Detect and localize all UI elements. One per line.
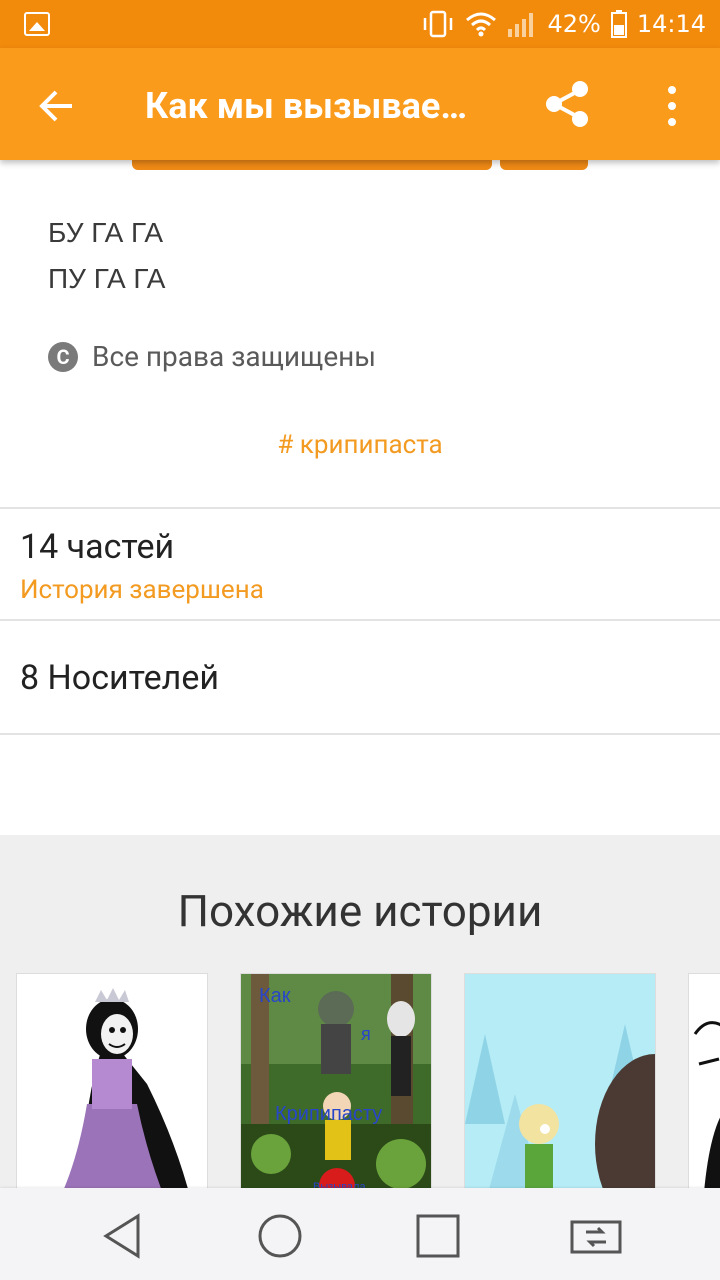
share-button[interactable] bbox=[540, 76, 596, 132]
description-line: ПУ ГА ГА bbox=[48, 263, 166, 294]
story-card[interactable]: Как я Крипипасту Вызывала bbox=[240, 973, 432, 1203]
arrow-back-icon bbox=[39, 90, 72, 122]
dual-window-icon bbox=[570, 1220, 622, 1254]
parts-count: 14 частей bbox=[20, 527, 175, 567]
nav-home-icon bbox=[258, 1214, 302, 1258]
gallery-notification-icon bbox=[24, 12, 50, 36]
story-card[interactable] bbox=[16, 973, 208, 1203]
status-bar: 42% 14:14 bbox=[0, 0, 720, 48]
back-button[interactable] bbox=[30, 80, 82, 132]
cover-text: Как bbox=[259, 985, 291, 1007]
more-vert-icon bbox=[668, 86, 676, 126]
more-options-button[interactable] bbox=[650, 80, 694, 132]
read-button-remnant[interactable] bbox=[132, 160, 492, 170]
clock: 14:14 bbox=[636, 10, 706, 38]
system-navigation-bar bbox=[0, 1188, 720, 1280]
description-line: БУ ГА ГА bbox=[48, 217, 164, 248]
story-status: История завершена bbox=[20, 575, 264, 605]
battery-percent: 42% bbox=[547, 10, 601, 38]
cover-text: я bbox=[361, 1024, 371, 1044]
wifi-icon bbox=[466, 12, 497, 37]
battery-icon bbox=[610, 10, 627, 38]
divider bbox=[0, 733, 720, 735]
app-bar: Как мы вызываем Крипипасту bbox=[0, 48, 720, 160]
story-cover-image bbox=[57, 988, 192, 1202]
copyright-icon: C bbox=[48, 341, 78, 372]
divider bbox=[0, 619, 720, 621]
cover-text: Крипипасту bbox=[275, 1103, 382, 1125]
nav-back-button[interactable] bbox=[94, 1208, 150, 1264]
story-card[interactable] bbox=[464, 973, 656, 1203]
story-card[interactable] bbox=[688, 973, 720, 1203]
carriers-count: 8 Носителей bbox=[20, 658, 219, 698]
vibrate-icon bbox=[424, 10, 453, 38]
nav-recents-icon bbox=[416, 1214, 460, 1258]
status-bar-right: 42% 14:14 bbox=[421, 8, 706, 40]
nav-dual-window-button[interactable] bbox=[568, 1208, 624, 1264]
story-title: Как мы вызываем Крипипасту bbox=[145, 85, 485, 127]
secondary-button-remnant[interactable] bbox=[500, 160, 588, 170]
story-cover-image bbox=[465, 974, 655, 1202]
divider bbox=[0, 507, 720, 509]
share-icon bbox=[546, 81, 588, 127]
rights-label: Все права защищены bbox=[92, 340, 377, 373]
story-cover-image bbox=[693, 1021, 720, 1202]
tag-link[interactable]: # крипипаста bbox=[0, 430, 720, 460]
copyright-notice: C Все права защищены bbox=[48, 340, 376, 373]
similar-stories-heading: Похожие истории bbox=[177, 885, 543, 937]
nav-back-icon bbox=[103, 1213, 140, 1259]
nav-home-button[interactable] bbox=[252, 1208, 308, 1264]
story-cover-image: Как я Крипипасту Вызывала bbox=[241, 974, 431, 1202]
nav-recents-button[interactable] bbox=[410, 1208, 466, 1264]
signal-icon bbox=[508, 13, 534, 37]
story-description: БУ ГА ГА ПУ ГА ГА bbox=[48, 210, 165, 302]
